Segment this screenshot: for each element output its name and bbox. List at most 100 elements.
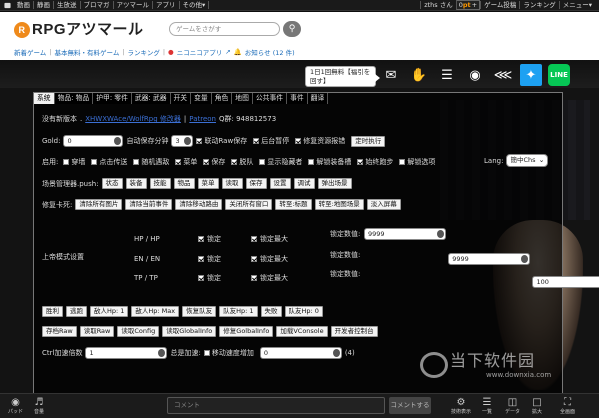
victory-button[interactable]: 胜利 (42, 306, 63, 317)
patreon-link[interactable]: Patreon (189, 115, 216, 123)
scene-pop-button[interactable]: 弹出场景 (317, 178, 352, 189)
checkbox-icon[interactable] (259, 159, 266, 165)
load-vconsole-button[interactable]: 加载VConsole (276, 326, 328, 337)
line-icon[interactable]: LINE (548, 64, 570, 86)
checkbox-icon[interactable] (251, 275, 257, 281)
niconico-logo-icon[interactable] (4, 1, 11, 9)
zoom-button[interactable]: □ 拡大 (532, 397, 542, 415)
checkbox-icon[interactable] (399, 159, 406, 165)
nav-other[interactable]: その他▾ (180, 1, 210, 9)
tab-system[interactable]: 系统 (34, 93, 55, 104)
stat-lockmax[interactable]: 锁定最大 (251, 254, 288, 264)
gold-input[interactable]: 0 (63, 135, 124, 147)
twitter-icon[interactable]: ✦ (520, 64, 542, 86)
search-input[interactable]: ゲームをさがす (169, 22, 280, 36)
nav-atsumaru[interactable]: アツマール (114, 1, 153, 9)
devtools-button[interactable]: 开发者控制台 (330, 326, 378, 337)
scene-debug-button[interactable]: 调试 (293, 178, 315, 189)
stat-lock[interactable]: 锁定 (198, 234, 221, 244)
clear-pictures-button[interactable]: 清除所有图片 (75, 199, 123, 210)
scene-load-button[interactable]: 读取 (221, 178, 243, 189)
stat-lock[interactable]: 锁定 (198, 273, 221, 283)
load-config-button[interactable]: 读取Config (117, 326, 160, 337)
checkbox-icon[interactable] (198, 236, 204, 242)
spinner-icon[interactable] (158, 349, 166, 357)
checkbox-icon[interactable] (231, 159, 238, 165)
stat-lockmax[interactable]: 锁定最大 (251, 273, 288, 283)
checkbox-icon[interactable] (203, 350, 210, 356)
tab-common-events[interactable]: 公共事件 (253, 93, 288, 104)
load-raw-button[interactable]: 读取Raw (79, 326, 115, 337)
stat-value-input[interactable]: 9999 (364, 228, 446, 240)
save-raw-button[interactable]: 存档Raw (42, 326, 77, 337)
enable-option[interactable]: 随机遇敌 (133, 157, 169, 167)
subnav-nico-app[interactable]: ニコニコアプリ (177, 47, 223, 57)
menu-link[interactable]: メニュー▾ (558, 1, 595, 9)
checkbox-icon[interactable] (91, 159, 98, 165)
escape-button[interactable]: 逃跑 (66, 306, 87, 317)
fix-globalinfo-button[interactable]: 修复GolbalInfo (219, 326, 274, 337)
timed-run-button[interactable]: 定时执行 (351, 135, 386, 147)
playlist-add-icon[interactable]: ☰ (436, 64, 458, 86)
close-windows-button[interactable]: 关闭所有窗口 (225, 199, 273, 210)
tab-switches[interactable]: 开关 (171, 93, 192, 104)
spinner-icon[interactable] (437, 230, 444, 238)
clear-event-button[interactable]: 清除当前事件 (125, 199, 173, 210)
list-button[interactable]: ☰ 一覧 (482, 397, 492, 415)
nav-douga[interactable]: 動画 (14, 1, 34, 9)
enable-option[interactable]: 点击传送 (91, 157, 127, 167)
stat-value-input[interactable]: 100 (532, 276, 599, 288)
scene-skill-button[interactable]: 技能 (149, 178, 171, 189)
site-logo[interactable]: R RPGアツマール (14, 18, 144, 39)
clear-route-button[interactable]: 清除移动路由 (175, 199, 223, 210)
checkbox-icon[interactable] (251, 256, 257, 262)
share-icon[interactable]: ⋘ (492, 64, 514, 86)
load-globalinfo-button[interactable]: 读取GlobalInfo (162, 326, 217, 337)
checkbox-icon[interactable] (251, 236, 257, 242)
fade-in-button[interactable]: 淡入屏幕 (366, 199, 401, 210)
checkbox-icon[interactable] (295, 138, 302, 144)
enable-option[interactable]: 解锁选项 (399, 157, 435, 167)
ctrl-speed-input[interactable]: 1 (85, 347, 168, 359)
defeat-button[interactable]: 失败 (260, 306, 282, 317)
tab-items[interactable]: 物品: 物品 (55, 93, 94, 104)
checkbox-icon[interactable] (198, 256, 204, 262)
subnav-ranking[interactable]: ランキング (128, 47, 160, 57)
tab-translate[interactable]: 翻译 (308, 93, 329, 104)
spinner-icon[interactable] (114, 137, 122, 145)
scene-menu-button[interactable]: 菜单 (197, 178, 219, 189)
checkbox-icon[interactable] (308, 159, 315, 165)
nav-seiga[interactable]: 静画 (34, 1, 54, 9)
goto-map-button[interactable]: 转至:地图场景 (314, 199, 364, 210)
enable-option[interactable]: 解锁装备槽 (308, 157, 351, 167)
scene-save-button[interactable]: 保存 (245, 178, 267, 189)
checkbox-icon[interactable] (133, 159, 140, 165)
move-speed-input[interactable]: 0 (259, 347, 342, 359)
tab-events[interactable]: 事件 (287, 93, 308, 104)
points-badge[interactable]: 0pt+ (455, 0, 481, 10)
subnav-new-games[interactable]: 新着ゲーム (14, 47, 46, 57)
nav-blomaga[interactable]: ブロマガ (81, 1, 114, 9)
subnav-notice[interactable]: お知らせ (12 件) (245, 47, 295, 57)
tab-variables[interactable]: 变量 (191, 93, 212, 104)
ranking-link[interactable]: ランキング (519, 1, 558, 9)
stat-value-input[interactable]: 9999 (448, 253, 531, 265)
autosave-input[interactable]: 3 (171, 135, 194, 147)
tab-weapons[interactable]: 武器: 武器 (132, 93, 171, 104)
enable-option[interactable]: 始终跑步 (357, 157, 393, 167)
checkbox-icon[interactable] (196, 138, 203, 144)
comment-input[interactable]: コメント (167, 397, 385, 414)
enable-option[interactable]: 脱队 (231, 157, 253, 167)
fullscreen-button[interactable]: ⛶ 全画面 (560, 397, 575, 415)
party-hp1-button[interactable]: 队友Hp: 1 (219, 306, 258, 317)
scene-status-button[interactable]: 状态 (101, 178, 123, 189)
spinner-icon[interactable] (521, 255, 529, 263)
nav-live[interactable]: 生放送 (54, 1, 81, 9)
always-speed-checkbox[interactable]: 移动速度增加 (203, 348, 254, 358)
game-post-link[interactable]: ゲーム投稿 (480, 1, 519, 9)
scene-options-button[interactable]: 设置 (269, 178, 291, 189)
lang-select[interactable]: 簡中Chs ⌄ (506, 154, 549, 167)
user-name[interactable]: zths さん (420, 1, 456, 9)
data-button[interactable]: ◫ データ (505, 397, 520, 415)
scene-item-button[interactable]: 物品 (173, 178, 195, 189)
